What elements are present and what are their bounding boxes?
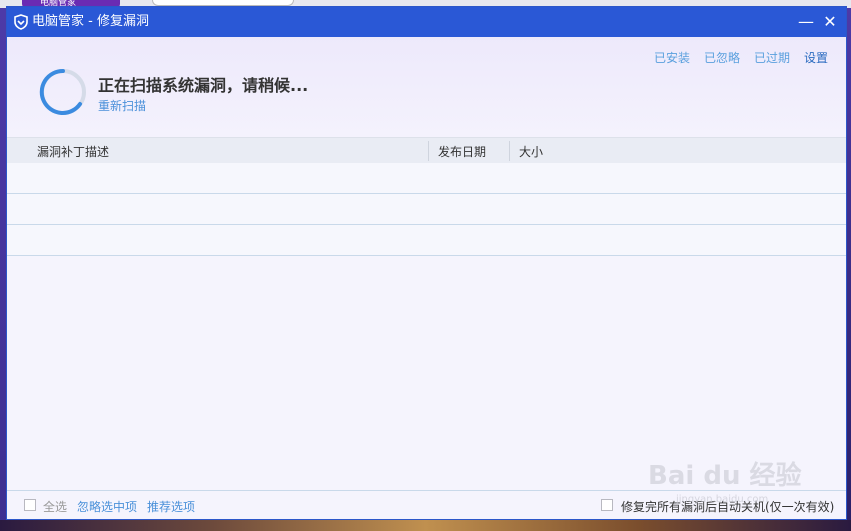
close-button[interactable]: ✕ xyxy=(820,12,840,32)
select-all-label[interactable]: 全选 xyxy=(43,498,67,515)
column-divider[interactable] xyxy=(509,141,510,161)
rescan-link[interactable]: 重新扫描 xyxy=(98,97,146,114)
column-release-date[interactable]: 发布日期 xyxy=(438,143,486,160)
window-title: 电脑管家 - 修复漏洞 xyxy=(32,14,149,29)
list-row xyxy=(7,163,846,194)
list-row xyxy=(7,194,846,225)
watermark-url: jingyan.baidu.com xyxy=(676,494,769,505)
table-header: 漏洞补丁描述 发布日期 大小 xyxy=(7,137,846,163)
scan-header: 已安装 已忽略 已过期 设置 正在扫描系统漏洞，请稍候... 重新扫描 xyxy=(7,37,846,137)
installed-link[interactable]: 已安装 xyxy=(654,49,690,66)
top-links: 已安装 已忽略 已过期 设置 xyxy=(654,49,828,66)
list-row xyxy=(7,225,846,256)
minimize-button[interactable]: — xyxy=(796,12,816,32)
column-size[interactable]: 大小 xyxy=(519,143,543,160)
column-description[interactable]: 漏洞补丁描述 xyxy=(37,143,109,160)
recommended-options-link[interactable]: 推荐选项 xyxy=(147,498,195,515)
ignore-selected-link[interactable]: 忽略选中项 xyxy=(77,498,137,515)
loading-spinner-icon xyxy=(39,68,86,115)
repair-vulnerability-window: 电脑管家 - 修复漏洞 — ✕ 已安装 已忽略 已过期 设置 正在扫描系统漏洞，… xyxy=(6,6,847,520)
scan-status-text: 正在扫描系统漏洞，请稍候... xyxy=(98,76,309,95)
expired-link[interactable]: 已过期 xyxy=(754,49,790,66)
settings-link[interactable]: 设置 xyxy=(804,49,828,66)
background-desktop-strip xyxy=(0,520,851,531)
vulnerability-list xyxy=(7,163,846,256)
column-divider[interactable] xyxy=(428,141,429,161)
watermark-logo: Bai du 经验 xyxy=(648,461,802,491)
auto-shutdown-checkbox[interactable] xyxy=(601,499,613,511)
title-bar[interactable]: 电脑管家 - 修复漏洞 — ✕ xyxy=(7,7,846,37)
shield-logo-icon xyxy=(14,14,28,30)
ignored-link[interactable]: 已忽略 xyxy=(704,49,740,66)
select-all-checkbox[interactable] xyxy=(24,499,36,511)
background-right-edge xyxy=(847,8,851,531)
